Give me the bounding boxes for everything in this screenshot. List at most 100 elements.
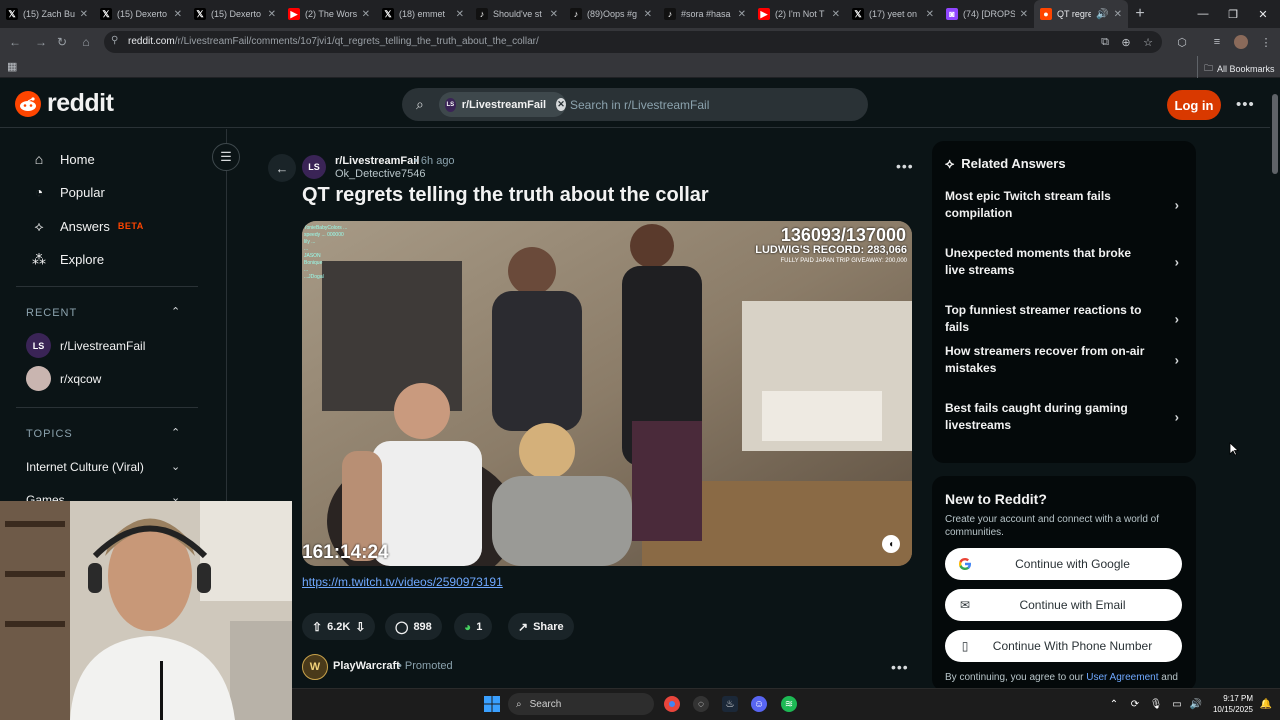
microphone-icon[interactable]: 🎙 [1148, 696, 1164, 712]
close-tab-icon[interactable]: ✕ [456, 9, 464, 20]
close-tab-icon[interactable]: ✕ [644, 9, 652, 20]
taskbar-clock[interactable]: 9:17 PM 10/15/2025 [1205, 693, 1253, 715]
post-external-link[interactable]: https://m.twitch.tv/videos/2590973191 [302, 575, 503, 589]
reddit-logo-icon[interactable] [15, 91, 41, 117]
zoom-icon[interactable]: ⊕ [1118, 34, 1134, 50]
browser-tab[interactable]: ♪ (89)Oops #g ✕ [564, 0, 658, 28]
back-button[interactable]: ← [268, 154, 296, 182]
related-answer-item[interactable]: Unexpected moments that broke live strea… [945, 245, 1185, 279]
chevron-up-icon[interactable]: ⌃ [171, 305, 180, 318]
recent-item-xqcow[interactable]: r/xqcow [26, 366, 101, 391]
promoted-avatar[interactable]: W [302, 654, 328, 680]
home-nav-icon[interactable]: ⌂ [78, 34, 94, 50]
chevron-up-icon[interactable]: ⌃ [171, 426, 180, 439]
award-button[interactable]: ◕ 1 [454, 613, 493, 640]
browser-tab[interactable]: ● QT regre 🔊 ✕ [1034, 0, 1128, 28]
topic-item-internet-culture[interactable]: Internet Culture (Viral) [26, 460, 144, 474]
close-tab-icon[interactable]: ✕ [832, 9, 840, 20]
topics-section-header[interactable]: TOPICS [26, 428, 73, 440]
bookmark-star-icon[interactable]: ☆ [1140, 34, 1156, 50]
close-tab-icon[interactable]: ✕ [738, 9, 746, 20]
close-window-icon[interactable]: ✕ [1248, 0, 1278, 28]
windows-start-icon[interactable] [484, 696, 500, 712]
sidebar-item-popular[interactable]: ◔ Popular [30, 183, 105, 201]
browser-tab[interactable]: 𝕏 (15) Dexerto ✕ [188, 0, 282, 28]
scrollbar-thumb[interactable] [1272, 94, 1278, 174]
browser-tab[interactable]: ▶ (2) I'm Not T ✕ [752, 0, 846, 28]
apps-grid-icon[interactable]: ▦ [7, 60, 17, 73]
profile-avatar-icon[interactable] [1233, 34, 1249, 50]
browser-tab[interactable]: ▶ (2) The Wors ✕ [282, 0, 376, 28]
tray-expand-icon[interactable]: ⌃ [1106, 696, 1122, 712]
related-answer-item[interactable]: Best fails caught during gaming livestre… [945, 400, 1185, 434]
taskbar-search[interactable]: ⌕ Search [508, 693, 654, 715]
extensions-icon[interactable]: ⬡ [1174, 34, 1190, 50]
close-tab-icon[interactable]: ✕ [926, 9, 934, 20]
sidebar-item-answers[interactable]: ⟡ Answers BETA [30, 217, 144, 235]
reddit-wordmark[interactable]: reddit [47, 89, 114, 118]
continue-phone-button[interactable]: ▯ Continue With Phone Number [945, 630, 1182, 662]
browser-tab[interactable]: 𝕏 (15) Dexerto ✕ [94, 0, 188, 28]
steam-taskbar-icon[interactable]: ♨ [722, 696, 738, 712]
volume-icon[interactable]: 🔊 [1188, 696, 1204, 712]
url-field[interactable]: ⚲ reddit.com/r/LivestreamFail/comments/1… [104, 31, 1162, 53]
clear-chip-icon[interactable]: ✕ [556, 98, 566, 111]
app-taskbar-icon[interactable]: ◌ [693, 696, 709, 712]
post-subreddit-link[interactable]: r/LivestreamFail [335, 155, 419, 167]
browser-tab[interactable]: 𝕏 (18) emmet ✕ [376, 0, 470, 28]
install-app-icon[interactable]: ⧉ [1097, 34, 1113, 50]
browser-tab[interactable]: ◙ (74) [DROPS ✕ [940, 0, 1034, 28]
mute-toggle-icon[interactable]: ◖ [882, 535, 900, 553]
browser-tab[interactable]: ♪ Should've st ✕ [470, 0, 564, 28]
close-tab-icon[interactable]: ✕ [174, 9, 182, 20]
sidebar-item-explore[interactable]: ⁂ Explore [30, 250, 104, 268]
media-controls-icon[interactable]: ≡ [1209, 34, 1225, 50]
browser-tab[interactable]: 𝕏 (15) Zach Bu ✕ [0, 0, 94, 28]
search-input[interactable]: ⌕ LS r/LivestreamFail ✕ Search in r/Live… [402, 88, 868, 121]
browser-tab[interactable]: 𝕏 (17) yeet on ✕ [846, 0, 940, 28]
reload-icon[interactable]: ↻ [54, 34, 70, 50]
close-tab-icon[interactable]: ✕ [362, 9, 370, 20]
promoted-name[interactable]: PlayWarcraft [333, 660, 400, 672]
minimize-icon[interactable]: — [1188, 0, 1218, 28]
subreddit-avatar[interactable]: LS [302, 155, 326, 179]
restore-icon[interactable]: ❐ [1218, 0, 1248, 28]
close-tab-icon[interactable]: ✕ [80, 9, 88, 20]
downvote-icon[interactable]: ⇩ [355, 620, 365, 634]
user-agreement-link[interactable]: User Agreement [1086, 672, 1158, 683]
login-button[interactable]: Log in [1167, 90, 1221, 120]
post-video[interactable]: TonieBabyColors ... speedy ... 000000 li… [302, 221, 912, 566]
recent-item-livestreamfail[interactable]: LS r/LivestreamFail [26, 333, 145, 358]
all-bookmarks-button[interactable]: 🗀 All Bookmarks [1204, 61, 1275, 77]
close-tab-icon[interactable]: ✕ [550, 9, 558, 20]
notifications-icon[interactable]: 🔔 [1258, 696, 1274, 712]
upvote-icon[interactable]: ⇧ [312, 620, 322, 634]
site-info-icon[interactable]: ⚲ [111, 35, 118, 46]
close-tab-icon[interactable]: ✕ [268, 9, 276, 20]
tab-audio-icon[interactable]: 🔊 [1096, 9, 1108, 20]
back-nav-icon[interactable]: ← [7, 34, 23, 50]
forward-nav-icon[interactable]: → [33, 34, 49, 50]
continue-email-button[interactable]: ✉ Continue with Email [945, 589, 1182, 621]
close-tab-icon[interactable]: ✕ [1020, 9, 1028, 20]
chrome-menu-icon[interactable]: ⋮ [1258, 34, 1274, 50]
continue-google-button[interactable]: Continue with Google [945, 548, 1182, 580]
sidebar-item-home[interactable]: ⌂ Home [30, 150, 95, 168]
browser-tab[interactable]: ♪ #sora #hasa ✕ [658, 0, 752, 28]
chrome-taskbar-icon[interactable] [664, 696, 680, 712]
more-options-icon[interactable]: ••• [1236, 96, 1255, 113]
share-button[interactable]: ↗ Share [508, 613, 574, 640]
close-tab-icon[interactable]: ✕ [1114, 9, 1122, 20]
post-options-icon[interactable]: ••• [896, 158, 914, 174]
network-icon[interactable]: ▭ [1169, 696, 1185, 712]
new-tab-button[interactable]: + [1128, 0, 1152, 28]
spotify-taskbar-icon[interactable]: ≋ [781, 696, 797, 712]
related-answer-item[interactable]: Most epic Twitch stream fails compilatio… [945, 188, 1185, 222]
related-answer-item[interactable]: How streamers recover from on-air mistak… [945, 343, 1185, 377]
discord-taskbar-icon[interactable]: ☺ [751, 696, 767, 712]
page-scrollbar[interactable] [1270, 80, 1280, 688]
chevron-down-icon[interactable]: ⌄ [171, 460, 180, 473]
post-author-link[interactable]: Ok_Detective7546 [335, 168, 426, 180]
promo-options-icon[interactable]: ••• [891, 659, 909, 675]
related-answer-item[interactable]: Top funniest streamer reactions to fails… [945, 302, 1185, 336]
